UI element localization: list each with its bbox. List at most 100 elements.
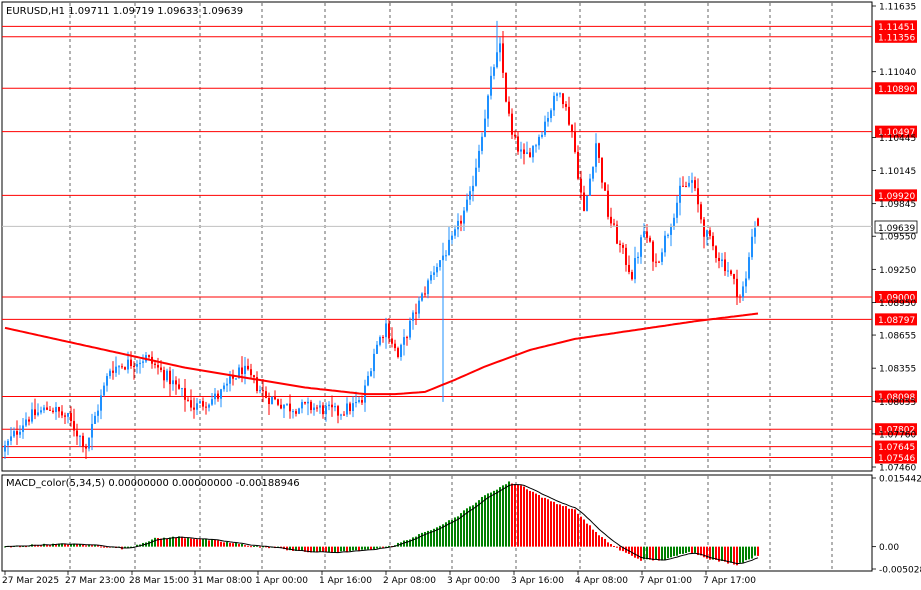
candle-body [577, 151, 579, 179]
candle-body [466, 199, 468, 211]
candle-body [403, 337, 405, 345]
candle-body [757, 218, 759, 227]
candle-body [76, 430, 78, 437]
macd-bar [76, 544, 78, 547]
candle-body [157, 364, 159, 368]
macd-bar [421, 532, 423, 547]
candle-body [211, 399, 213, 405]
candle-body [667, 234, 669, 236]
candle-body [679, 185, 681, 203]
macd-bar [205, 538, 207, 547]
macd-panel[interactable] [1, 474, 873, 572]
candle-body [475, 167, 477, 186]
candle-body [184, 388, 186, 400]
macd-bar [496, 489, 498, 547]
macd-bar [535, 493, 537, 547]
macd-bar [730, 546, 732, 563]
macd-bar [367, 546, 369, 550]
candle-body [691, 180, 693, 183]
candle-body [163, 369, 165, 381]
candle-body [718, 257, 720, 262]
time-tick-label: 27 Mar 23:00 [65, 576, 125, 586]
macd-bar [214, 540, 216, 547]
candle-body [742, 286, 744, 298]
macd-bar [241, 543, 243, 547]
macd-bar [178, 536, 180, 547]
macd-bar [154, 537, 156, 547]
candle-body [661, 252, 663, 262]
candle-body [406, 337, 408, 339]
level-label: 1.07546 [878, 454, 915, 464]
candle-body [523, 149, 525, 154]
candle-body [637, 256, 639, 259]
macd-bar [631, 546, 633, 556]
macd-bar [508, 481, 510, 547]
macd-bar [352, 546, 354, 551]
macd-bar [379, 546, 381, 548]
macd-bar [193, 538, 195, 547]
candle-body [433, 272, 435, 275]
candle-body [139, 362, 141, 365]
candle-body [148, 355, 150, 357]
macd-bar [334, 546, 336, 553]
candle-body [220, 389, 222, 399]
macd-bar [196, 539, 198, 547]
trading-chart[interactable]: 1.114511.113561.108901.104971.099201.090… [0, 0, 921, 590]
candle-body [502, 43, 504, 73]
price-panel[interactable] [1, 1, 873, 472]
macd-bar [736, 546, 738, 566]
candle-body [676, 202, 678, 218]
candle-body [352, 403, 354, 412]
macd-bar [547, 499, 549, 547]
macd-bar [583, 519, 585, 547]
macd-bar [376, 546, 378, 549]
macd-bar [550, 501, 552, 547]
candle-body [547, 118, 549, 122]
candle-body [187, 399, 189, 401]
macd-tick-label: 0.0154428 [879, 475, 921, 485]
macd-bar [373, 546, 375, 550]
candle-body [289, 403, 291, 412]
candle-body [310, 401, 312, 411]
candle-body [421, 293, 423, 301]
candle-body [532, 145, 534, 158]
macd-bar [364, 546, 366, 550]
macd-bar [412, 537, 414, 547]
time-tick-label: 3 Apr 00:00 [447, 576, 500, 586]
candle-body [643, 231, 645, 238]
candle-body [304, 402, 306, 404]
macd-bar [235, 542, 237, 547]
macd-bar [604, 538, 606, 547]
macd-bar [247, 545, 249, 547]
candle-body [529, 152, 531, 158]
macd-bar [592, 529, 594, 547]
candle-body [559, 93, 561, 95]
macd-bar [742, 546, 744, 563]
macd-bar [721, 546, 723, 561]
macd-bar [685, 546, 687, 554]
candle-body [253, 375, 255, 378]
time-tick-label: 7 Apr 01:00 [639, 576, 692, 586]
candle-body [136, 364, 138, 367]
candle-body [541, 134, 543, 137]
candle-body [112, 370, 114, 373]
candle-body [178, 384, 180, 389]
macd-tick-label: -0.005028 [879, 566, 921, 576]
candle-body [592, 166, 594, 179]
price-tick-label: 1.09845 [879, 200, 916, 210]
level-label: 1.08797 [878, 316, 915, 326]
macd-bar [343, 546, 345, 552]
macd-bar [526, 489, 528, 547]
candle-body [34, 409, 36, 416]
macd-bar [148, 541, 150, 547]
candle-body [82, 435, 84, 447]
candle-body [544, 121, 546, 135]
macd-bar [457, 516, 459, 547]
current-price-label: 1.09639 [878, 224, 915, 234]
macd-bar [553, 501, 555, 547]
macd-tick-label: 0.00 [879, 543, 899, 553]
candle-body [205, 406, 207, 408]
macd-bar [220, 541, 222, 547]
candle-body [19, 431, 21, 435]
candle-body [499, 43, 501, 53]
